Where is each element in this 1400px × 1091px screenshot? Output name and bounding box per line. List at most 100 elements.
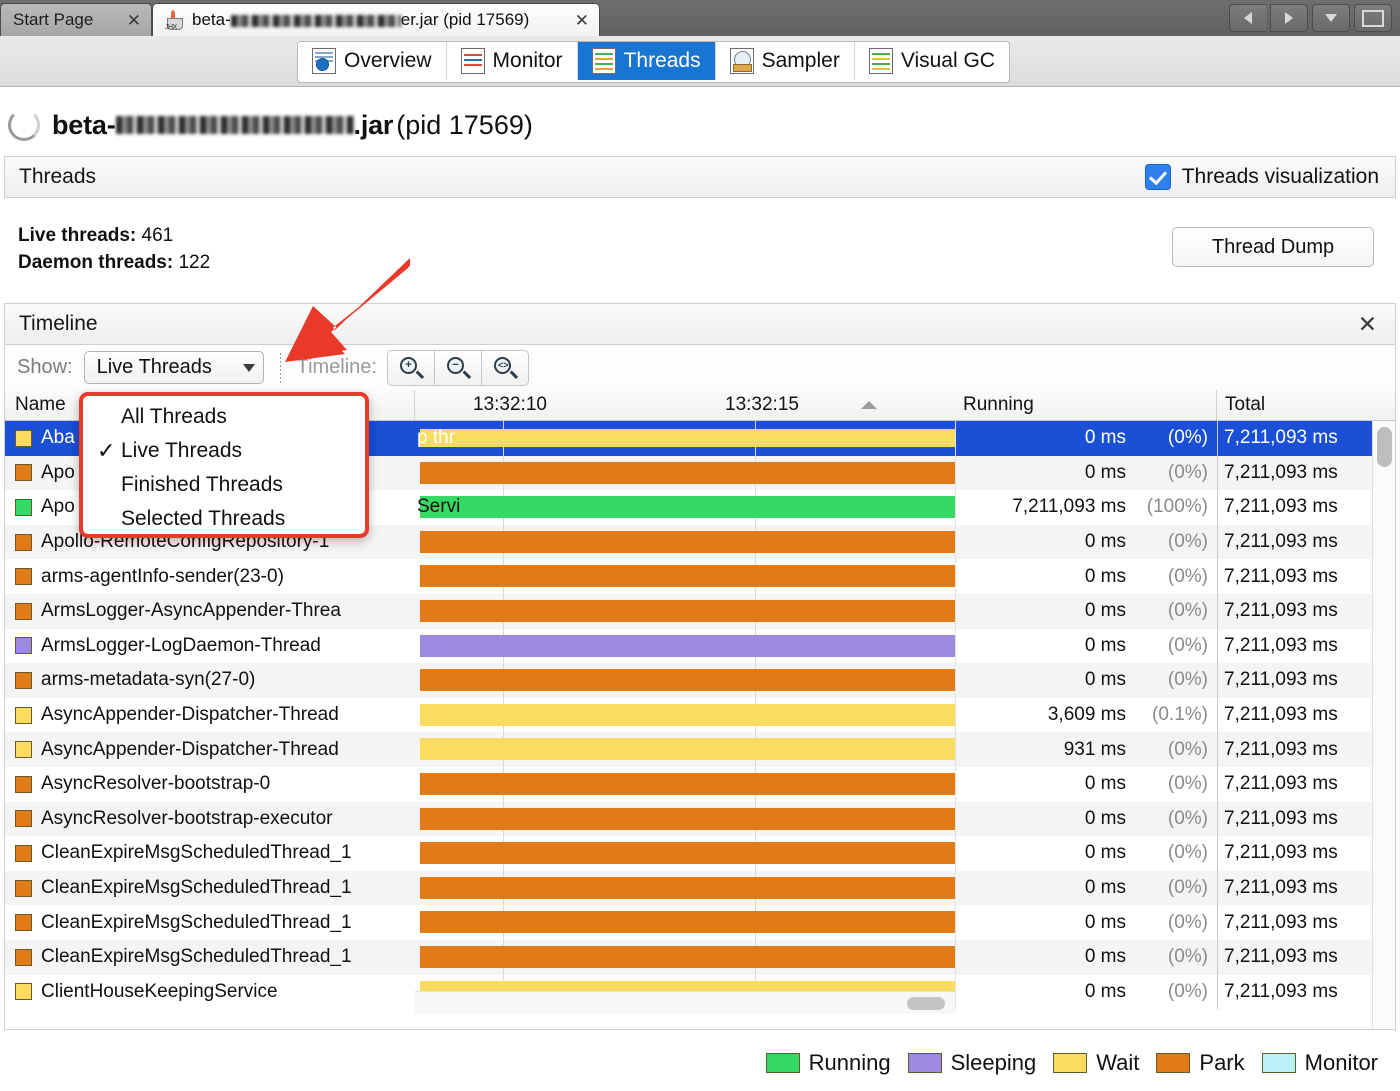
vertical-scrollbar-thumb[interactable] [1377, 427, 1392, 467]
thread-timeline-cell[interactable] [415, 801, 955, 837]
thread-timeline-cell[interactable] [415, 870, 955, 906]
thread-state-chip [15, 810, 32, 828]
table-row[interactable]: CleanExpireMsgScheduledThread_1 0 ms (0%) 7… [5, 940, 1395, 975]
table-row[interactable]: CleanExpireMsgScheduledThread_1 0 ms (0%) 7… [5, 905, 1395, 940]
table-row[interactable]: CleanExpireMsgScheduledThread_1 0 ms (0%) 7… [5, 836, 1395, 871]
vertical-scrollbar[interactable] [1372, 421, 1395, 1029]
thread-state-chip [15, 464, 32, 482]
thread-timeline-cell[interactable] [415, 767, 955, 802]
table-row[interactable]: CleanExpireMsgScheduledThread_1 0 ms (0%) 7… [5, 870, 1395, 906]
thread-timeline-cell[interactable] [415, 628, 955, 664]
tab-monitor[interactable]: Monitor [446, 42, 578, 80]
window-tab-application[interactable]: JHX beta-er.jar (pid 17569) ✕ [152, 3, 600, 36]
thread-name-cell: CleanExpireMsgScheduledThread_1 [5, 836, 415, 871]
thread-dump-button[interactable]: Thread Dump [1172, 227, 1374, 267]
running-ms: 0 ms [1084, 634, 1126, 656]
thread-name-cell: ArmsLogger-AsyncAppender-Threa [5, 594, 415, 629]
legend-item-park: Park [1156, 1050, 1245, 1076]
checkbox-checked-icon[interactable] [1144, 164, 1171, 190]
table-row[interactable]: ArmsLogger-LogDaemon-Thread 0 ms (0%) 7,211… [5, 628, 1395, 664]
legend-item-sleeping: Sleeping [907, 1050, 1036, 1076]
thread-name-label: AsyncResolver-bootstrap-0 [41, 773, 271, 795]
maximize-icon[interactable] [1354, 4, 1392, 32]
total-time-cell: 7,211,093 ms [1217, 940, 1383, 975]
legend-label: Running [808, 1050, 891, 1075]
thread-state-chip [15, 498, 32, 516]
tab-overview[interactable]: Overview [298, 42, 447, 80]
thread-timeline-cell[interactable] [415, 905, 955, 940]
running-time-cell: 0 ms (0%) [955, 663, 1217, 698]
table-row[interactable]: arms-agentInfo-sender(23-0) 0 ms (0%) 7,211… [5, 559, 1395, 594]
close-icon[interactable]: ✕ [119, 12, 141, 29]
threads-visualization-checkbox[interactable]: Threads visualization [1144, 164, 1395, 190]
view-tab-strip: Overview Monitor Threads Sampler Visual … [0, 36, 1400, 87]
thread-state-chip [15, 948, 32, 966]
thread-timeline-cell[interactable]: p thr [415, 421, 955, 456]
thread-name-cell: CleanExpireMsgScheduledThread_1 [5, 905, 415, 940]
thread-timeline-cell[interactable] [415, 524, 955, 560]
thread-state-chip [15, 844, 32, 862]
page-title-prefix: beta- [52, 109, 116, 140]
thread-state-chip [15, 706, 32, 724]
thread-timeline-cell[interactable] [415, 594, 955, 629]
running-time-cell: 0 ms (0%) [955, 594, 1217, 629]
running-ms: 0 ms [1084, 565, 1126, 587]
thread-state-bar [420, 807, 955, 830]
running-percent: (0%) [1167, 773, 1208, 795]
menu-item-selected-threads[interactable]: Selected Threads [83, 502, 365, 536]
thread-name-label: AsyncResolver-bootstrap-executor [41, 807, 333, 829]
thread-name-label: Aba [41, 427, 75, 449]
column-header-running[interactable]: Running [955, 390, 1217, 420]
table-row[interactable]: AsyncResolver-bootstrap-0 0 ms (0%) 7,211,0… [5, 767, 1395, 802]
menu-check-icon: ✓ [97, 438, 116, 463]
show-threads-dropdown[interactable]: Live Threads [83, 351, 264, 384]
thread-timeline-cell[interactable] [415, 663, 955, 698]
sampler-icon [729, 48, 754, 74]
timeline-section-header: Timeline ✕ [4, 303, 1396, 345]
menu-item-all-threads[interactable]: All Threads [83, 400, 365, 434]
table-row[interactable]: AsyncAppender-Dispatcher-Thread 3,609 ms (… [5, 697, 1395, 733]
chevron-left-icon[interactable] [1229, 4, 1266, 32]
close-icon[interactable]: ✕ [1358, 312, 1395, 336]
view-tabs: Overview Monitor Threads Sampler Visual … [297, 41, 1010, 83]
column-header-total[interactable]: Total [1217, 390, 1383, 420]
table-row[interactable]: arms-metadata-syn(27-0) 0 ms (0%) 7,211,093… [5, 663, 1395, 698]
column-header-timeline: 13:32:10 13:32:15 [415, 390, 955, 420]
table-row[interactable]: AsyncAppender-Dispatcher-Thread 931 ms (0%… [5, 732, 1395, 767]
thread-timeline-cell[interactable] [415, 559, 955, 594]
thread-state-chip [15, 602, 32, 620]
table-row[interactable]: AsyncResolver-bootstrap-executor 0 ms (0%)… [5, 801, 1395, 837]
menu-item-finished-threads[interactable]: Finished Threads [83, 468, 365, 502]
total-time-cell: 7,211,093 ms [1217, 905, 1383, 940]
horizontal-scrollbar-thumb[interactable] [907, 997, 945, 1010]
threads-section-title: Threads [19, 165, 97, 188]
thread-state-bar [420, 600, 955, 622]
chevron-down-icon[interactable] [1312, 4, 1350, 32]
zoom-out-button[interactable]: − [434, 349, 482, 386]
thread-state-bar [420, 461, 955, 484]
tab-sampler[interactable]: Sampler [715, 42, 855, 80]
running-ms: 931 ms [1063, 738, 1126, 760]
tab-visual-gc[interactable]: Visual GC [854, 42, 1009, 80]
daemon-threads-line: Daemon threads: 122 [18, 249, 210, 276]
horizontal-scrollbar[interactable] [415, 991, 955, 1014]
thread-state-bar [420, 530, 955, 553]
close-icon[interactable]: ✕ [567, 12, 589, 29]
thread-timeline-cell[interactable] [415, 455, 955, 491]
menu-item-live-threads[interactable]: ✓ Live Threads [83, 434, 365, 468]
thread-timeline-cell[interactable] [415, 732, 955, 767]
table-row[interactable]: ArmsLogger-AsyncAppender-Threa 0 ms (0%) 7,… [5, 594, 1395, 629]
running-percent: (0%) [1167, 842, 1208, 864]
running-percent: (0%) [1167, 634, 1208, 656]
zoom-fit-button[interactable]: <> [481, 349, 529, 386]
thread-timeline-cell[interactable] [415, 836, 955, 871]
thread-timeline-cell[interactable]: Servi [415, 490, 955, 525]
tab-threads[interactable]: Threads [577, 42, 716, 80]
window-tab-application-label: beta-er.jar (pid 17569) [192, 10, 529, 30]
redacted-text-block [115, 116, 354, 134]
thread-timeline-cell[interactable] [415, 697, 955, 733]
thread-name-cell: AsyncResolver-bootstrap-0 [5, 767, 415, 802]
chevron-right-icon[interactable] [1270, 4, 1308, 32]
thread-timeline-cell[interactable] [415, 940, 955, 975]
window-tab-start-page[interactable]: Start Page ✕ [0, 3, 152, 36]
